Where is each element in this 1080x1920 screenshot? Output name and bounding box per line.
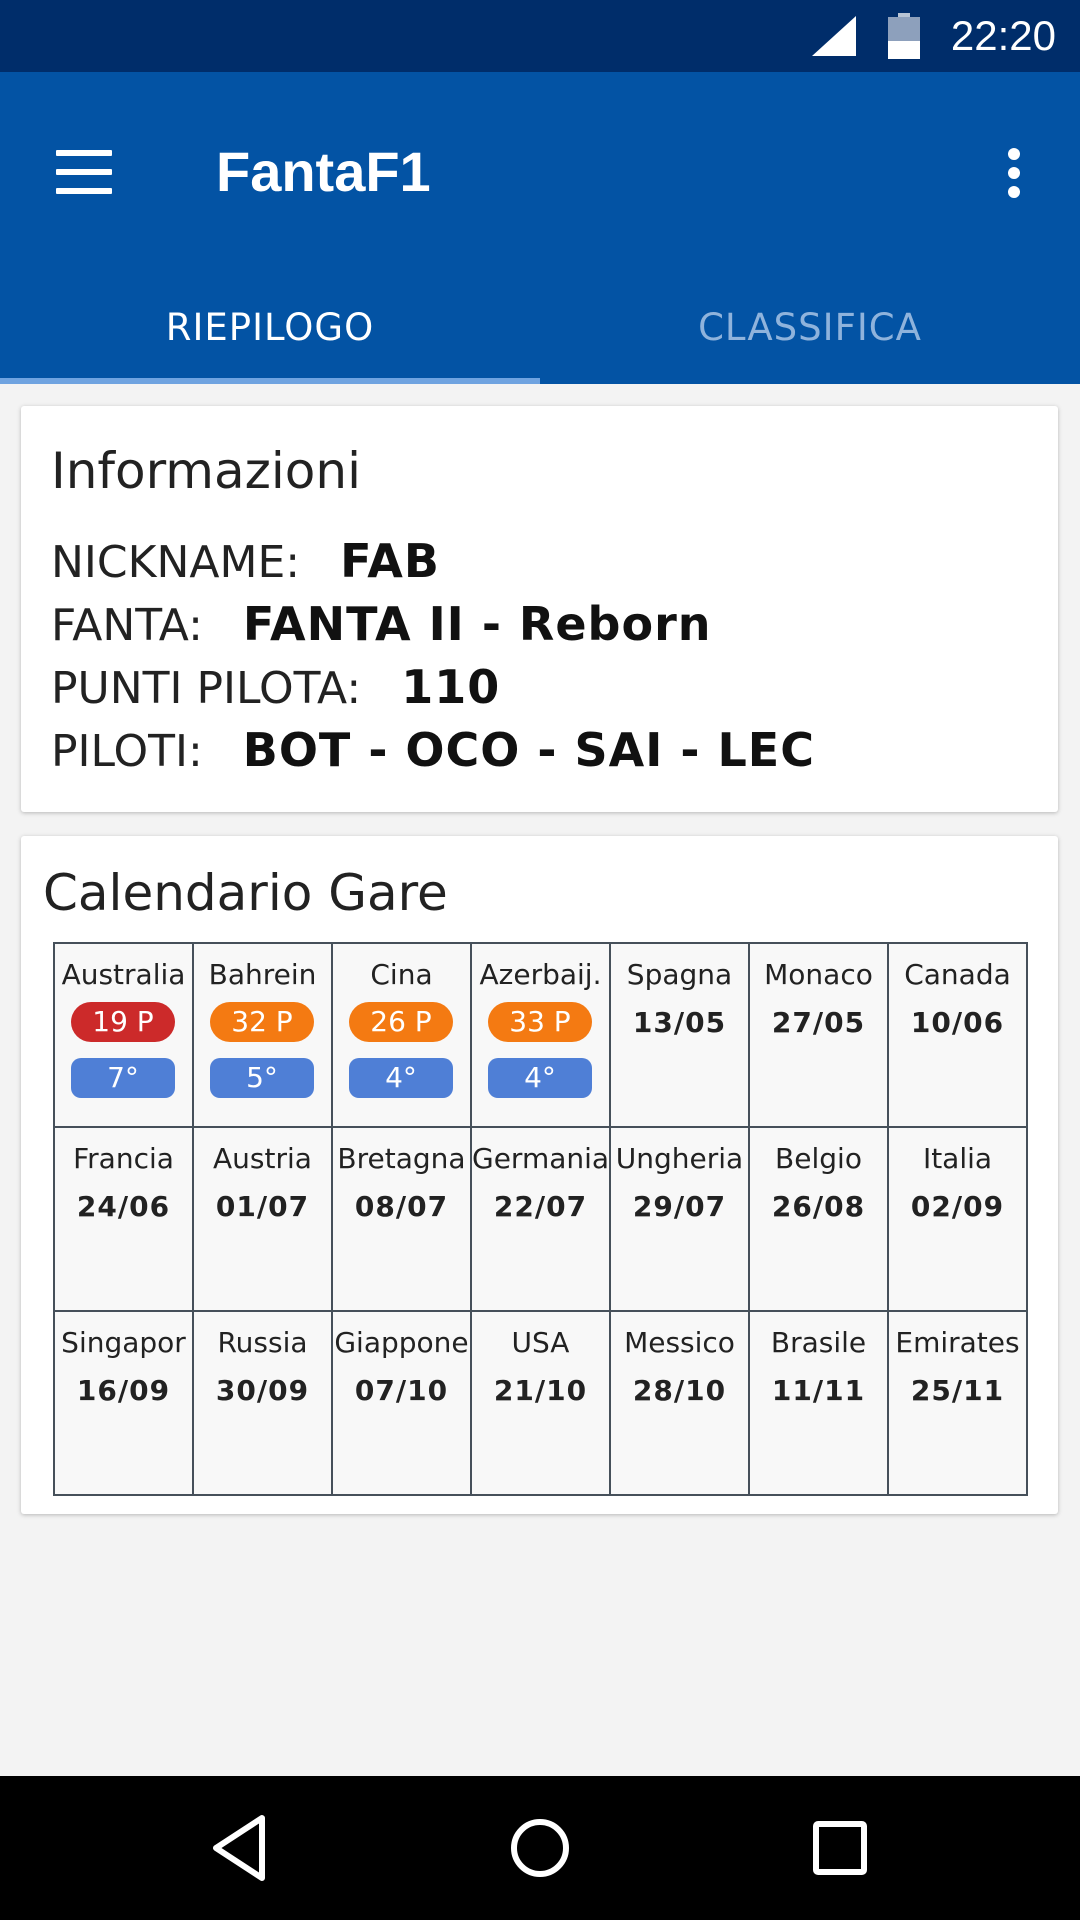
race-date: 08/07: [354, 1190, 449, 1223]
race-cell[interactable]: Spagna 13/05: [611, 944, 750, 1128]
menu-button[interactable]: [36, 124, 132, 220]
info-label: PILOTI:: [51, 726, 203, 777]
race-cell[interactable]: Germania 22/07: [472, 1128, 611, 1312]
race-name: Australia: [61, 958, 186, 991]
race-name: USA: [511, 1326, 570, 1359]
info-label: FANTA:: [51, 600, 203, 651]
status-time: 22:20: [950, 12, 1056, 59]
race-name: Ungheria: [615, 1142, 744, 1175]
race-name: Azerbaij.: [479, 958, 602, 991]
race-cell[interactable]: Bretagna 08/07: [333, 1128, 472, 1312]
tab-indicator: [0, 378, 540, 384]
race-cell[interactable]: Messico 28/10: [611, 1312, 750, 1496]
points-badge: 33 P: [488, 1002, 592, 1042]
race-date: 25/11: [910, 1374, 1005, 1407]
race-cell[interactable]: USA 21/10: [472, 1312, 611, 1496]
race-cell[interactable]: Emirates 25/11: [889, 1312, 1028, 1496]
race-cell[interactable]: Singapor 16/09: [55, 1312, 194, 1496]
info-row-punti-pilota: PUNTI PILOTA: 110: [51, 656, 500, 718]
race-name: Emirates: [895, 1326, 1020, 1359]
race-date: 24/06: [76, 1190, 171, 1223]
race-date: 13/05: [632, 1006, 727, 1039]
race-name: Bretagna: [337, 1142, 466, 1175]
info-card: Informazioni NICKNAME: FAB FANTA: FANTA II…: [21, 406, 1058, 812]
race-date: 29/07: [632, 1190, 727, 1223]
race-date: 28/10: [632, 1374, 727, 1407]
race-cell[interactable]: Austria 01/07: [194, 1128, 333, 1312]
overflow-menu-button[interactable]: [990, 124, 1038, 220]
position-badge: 5°: [210, 1058, 314, 1098]
battery-icon: [888, 13, 920, 59]
tab-riepilogo[interactable]: RIEPILOGO: [0, 272, 540, 384]
race-name: Singapor: [61, 1326, 186, 1359]
race-date: 22/07: [493, 1190, 588, 1223]
race-date: 27/05: [771, 1006, 866, 1039]
calendar-card-title: Calendario Gare: [43, 864, 448, 922]
navigation-bar: [0, 1776, 1080, 1920]
race-date: 02/09: [910, 1190, 1005, 1223]
race-cell[interactable]: Ungheria 29/07: [611, 1128, 750, 1312]
race-cell[interactable]: Australia 19 P 7°: [55, 944, 194, 1128]
race-name: Spagna: [626, 958, 733, 991]
race-date: 11/11: [771, 1374, 866, 1407]
nav-home-icon[interactable]: [500, 1808, 580, 1888]
race-cell[interactable]: Francia 24/06: [55, 1128, 194, 1312]
calendar-grid: Australia 19 P 7° Bahrein 32 P 5° Cina 26 P 4° Az…: [53, 942, 1028, 1496]
points-badge: 19 P: [71, 1002, 175, 1042]
info-row-nickname: NICKNAME: FAB: [51, 530, 440, 592]
race-cell[interactable]: Russia 30/09: [194, 1312, 333, 1496]
points-badge: 26 P: [349, 1002, 453, 1042]
race-date: 16/09: [76, 1374, 171, 1407]
race-cell[interactable]: Brasile 11/11: [750, 1312, 889, 1496]
nav-back-icon[interactable]: [200, 1808, 280, 1888]
info-value: FAB: [340, 534, 440, 588]
race-date: 07/10: [354, 1374, 449, 1407]
info-label: PUNTI PILOTA:: [51, 663, 362, 714]
race-date: 10/06: [910, 1006, 1005, 1039]
calendar-card: Calendario Gare Australia 19 P 7° Bahrein 32…: [21, 836, 1058, 1514]
race-date: 30/09: [215, 1374, 310, 1407]
race-name: Bahrein: [208, 958, 317, 991]
tab-classifica[interactable]: CLASSIFICA: [540, 272, 1080, 384]
race-date: 21/10: [493, 1374, 588, 1407]
race-cell[interactable]: Monaco 27/05: [750, 944, 889, 1128]
info-value: BOT - OCO - SAI - LEC: [242, 723, 815, 777]
race-name: Monaco: [764, 958, 873, 991]
race-cell[interactable]: Cina 26 P 4°: [333, 944, 472, 1128]
position-badge: 4°: [488, 1058, 592, 1098]
signal-icon: [812, 16, 856, 56]
race-name: Giappone: [334, 1326, 469, 1359]
race-name: Messico: [624, 1326, 735, 1359]
race-name: Germania: [472, 1142, 609, 1175]
race-date: 26/08: [771, 1190, 866, 1223]
race-cell[interactable]: Belgio 26/08: [750, 1128, 889, 1312]
race-cell[interactable]: Canada 10/06: [889, 944, 1028, 1128]
info-value: FANTA II - Reborn: [242, 597, 712, 651]
race-name: Italia: [922, 1142, 993, 1175]
race-cell[interactable]: Azerbaij. 33 P 4°: [472, 944, 611, 1128]
race-date: 01/07: [215, 1190, 310, 1223]
race-cell[interactable]: Italia 02/09: [889, 1128, 1028, 1312]
position-badge: 4°: [349, 1058, 453, 1098]
race-name: Francia: [73, 1142, 174, 1175]
nav-recents-icon[interactable]: [800, 1808, 880, 1888]
race-name: Brasile: [770, 1326, 867, 1359]
race-name: Belgio: [775, 1142, 862, 1175]
app-bar: FantaF1 RIEPILOGO CLASSIFICA: [0, 72, 1080, 384]
info-card-title: Informazioni: [51, 442, 361, 500]
status-bar: 22:20: [0, 0, 1080, 72]
info-row-piloti: PILOTI: BOT - OCO - SAI - LEC: [51, 719, 815, 781]
app-title: FantaF1: [216, 140, 431, 203]
info-value: 110: [401, 660, 501, 714]
race-name: Russia: [217, 1326, 308, 1359]
race-name: Canada: [904, 958, 1011, 991]
info-label: NICKNAME:: [51, 537, 301, 588]
info-row-fanta: FANTA: FANTA II - Reborn: [51, 593, 712, 655]
points-badge: 32 P: [210, 1002, 314, 1042]
race-cell[interactable]: Giappone 07/10: [333, 1312, 472, 1496]
race-name: Cina: [370, 958, 433, 991]
race-cell[interactable]: Bahrein 32 P 5°: [194, 944, 333, 1128]
race-name: Austria: [213, 1142, 312, 1175]
position-badge: 7°: [71, 1058, 175, 1098]
